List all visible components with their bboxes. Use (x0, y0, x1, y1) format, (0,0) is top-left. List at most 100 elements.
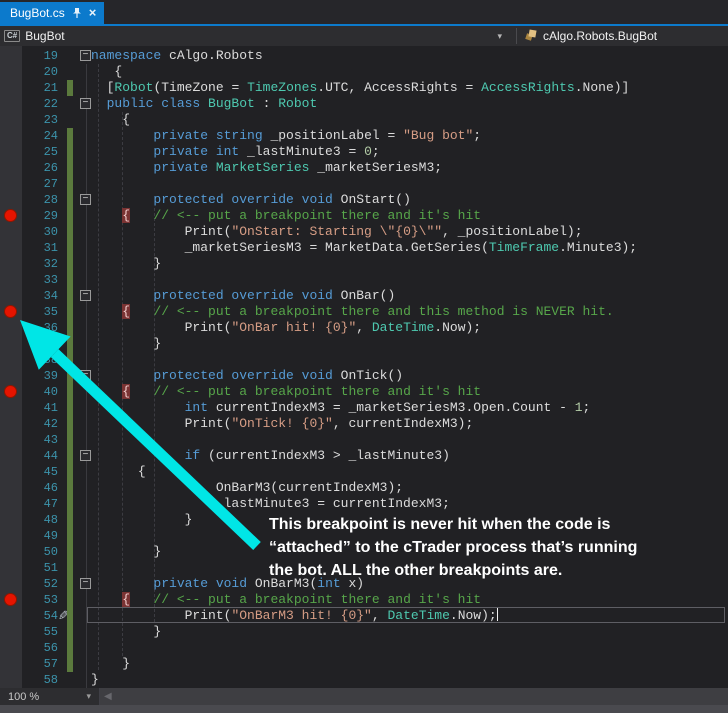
code-area[interactable]: 19−namespace cAlgo.Robots20 {21 [Robot(T… (0, 48, 728, 688)
code-line-text[interactable]: OnBarM3(currentIndexM3); (91, 480, 403, 496)
code-line-55[interactable]: 55 } (0, 624, 728, 640)
code-line-25[interactable]: 25 private int _lastMinute3 = 0; (0, 144, 728, 160)
code-line-32[interactable]: 32 } (0, 256, 728, 272)
fold-toggle-icon[interactable]: − (80, 290, 91, 301)
code-line-text[interactable]: } (91, 336, 161, 352)
code-line-37[interactable]: 37 } (0, 336, 728, 352)
code-line-57[interactable]: 57 } (0, 656, 728, 672)
code-line-45[interactable]: 45 { (0, 464, 728, 480)
code-line-text[interactable]: Print("OnBar hit! {0}", DateTime.Now); (91, 320, 481, 336)
code-line-text[interactable]: [Robot(TimeZone = TimeZones.UTC, AccessR… (91, 80, 629, 96)
code-line-text[interactable]: protected override void OnTick() (91, 368, 403, 384)
code-line-text[interactable]: protected override void OnStart() (91, 192, 411, 208)
change-tracking-bar (67, 528, 73, 544)
fold-toggle-icon[interactable]: − (80, 450, 91, 461)
code-line-text[interactable]: { // <-- put a breakpoint there and it's… (91, 384, 481, 400)
code-line-text[interactable]: { // <-- put a breakpoint there and this… (91, 304, 614, 320)
code-line-26[interactable]: 26 private MarketSeries _marketSeriesM3; (0, 160, 728, 176)
code-line-text[interactable]: namespace cAlgo.Robots (91, 48, 263, 64)
member-dropdown[interactable]: cAlgo.Robots.BugBot (517, 29, 657, 43)
code-line-31[interactable]: 31 _marketSeriesM3 = MarketData.GetSerie… (0, 240, 728, 256)
breakpoint-icon[interactable] (4, 385, 17, 398)
code-line-text[interactable]: private string _positionLabel = "Bug bot… (91, 128, 481, 144)
code-line-text[interactable]: { (91, 64, 122, 80)
breakpoint-icon[interactable] (4, 593, 17, 606)
code-line-38[interactable]: 38 (0, 352, 728, 368)
code-line-text[interactable]: protected override void OnBar() (91, 288, 395, 304)
scroll-left-arrow[interactable]: ◀ (104, 689, 112, 704)
code-line-40[interactable]: 40 { // <-- put a breakpoint there and i… (0, 384, 728, 400)
code-line-text[interactable]: private MarketSeries _marketSeriesM3; (91, 160, 442, 176)
code-line-23[interactable]: 23 { (0, 112, 728, 128)
code-line-39[interactable]: 39 − protected override void OnTick() (0, 368, 728, 384)
code-line-text[interactable]: } (91, 656, 130, 672)
annotation-text: This breakpoint is never hit when the co… (269, 513, 637, 582)
code-line-58[interactable]: 58} (0, 672, 728, 688)
code-line-53[interactable]: 53 { // <-- put a breakpoint there and i… (0, 592, 728, 608)
code-line-46[interactable]: 46 OnBarM3(currentIndexM3); (0, 480, 728, 496)
code-line-44[interactable]: 44− if (currentIndexM3 > _lastMinute3) (0, 448, 728, 464)
code-line-text[interactable]: public class BugBot : Robot (91, 96, 317, 112)
code-line-text[interactable]: Print("OnTick! {0}", currentIndexM3); (91, 416, 473, 432)
line-number: 57 (22, 656, 58, 672)
code-line-text[interactable]: { // <-- put a breakpoint there and it's… (91, 208, 481, 224)
code-line-text[interactable]: { (91, 112, 130, 128)
code-line-42[interactable]: 42 Print("OnTick! {0}", currentIndexM3); (0, 416, 728, 432)
code-line-text[interactable]: _marketSeriesM3 = MarketData.GetSeries(T… (91, 240, 637, 256)
change-tracking-bar (67, 656, 73, 672)
change-tracking-bar (67, 464, 73, 480)
code-line-28[interactable]: 28− protected override void OnStart() (0, 192, 728, 208)
code-line-text[interactable]: private int _lastMinute3 = 0; (91, 144, 380, 160)
code-line-text[interactable]: } (91, 512, 192, 528)
code-line-text[interactable]: if (currentIndexM3 > _lastMinute3) (91, 448, 450, 464)
code-line-24[interactable]: 24 private string _positionLabel = "Bug … (0, 128, 728, 144)
code-line-29[interactable]: 29 { // <-- put a breakpoint there and i… (0, 208, 728, 224)
code-line-27[interactable]: 27 (0, 176, 728, 192)
code-line-text[interactable]: } (91, 672, 99, 688)
line-number: 19 (22, 48, 58, 64)
code-line-35[interactable]: 35 { // <-- put a breakpoint there and t… (0, 304, 728, 320)
code-line-43[interactable]: 43 (0, 432, 728, 448)
code-line-34[interactable]: 34− protected override void OnBar() (0, 288, 728, 304)
code-editor[interactable]: 19−namespace cAlgo.Robots20 {21 [Robot(T… (0, 46, 728, 688)
code-line-text[interactable]: } (91, 256, 161, 272)
fold-toggle-icon[interactable]: − (80, 98, 91, 109)
code-line-30[interactable]: 30 Print("OnStart: Starting \"{0}\"", _p… (0, 224, 728, 240)
code-line-54[interactable]: ✎54 Print("OnBarM3 hit! {0}", DateTime.N… (0, 608, 728, 624)
code-line-text[interactable]: { (91, 464, 146, 480)
csharp-file-icon: C# (4, 30, 20, 42)
close-icon[interactable]: × (89, 7, 97, 19)
chevron-down-icon: ▾ (497, 31, 502, 42)
code-line-21[interactable]: 21 [Robot(TimeZone = TimeZones.UTC, Acce… (0, 80, 728, 96)
breakpoint-icon[interactable] (4, 209, 17, 222)
zoom-control[interactable]: 100 % ▾ (0, 688, 100, 705)
tab-bugbot[interactable]: BugBot.cs × (0, 2, 104, 24)
fold-toggle-icon[interactable]: − (80, 194, 91, 205)
type-dropdown[interactable]: C# BugBot ▾ (0, 29, 516, 43)
code-line-text[interactable]: } (91, 624, 161, 640)
code-line-text[interactable]: } (91, 544, 161, 560)
code-line-text[interactable]: int currentIndexM3 = _marketSeriesM3.Ope… (91, 400, 590, 416)
code-line-text[interactable]: Print("OnBarM3 hit! {0}", DateTime.Now); (91, 608, 498, 624)
code-line-19[interactable]: 19 −namespace cAlgo.Robots (0, 48, 728, 64)
code-line-36[interactable]: 36 Print("OnBar hit! {0}", DateTime.Now)… (0, 320, 728, 336)
code-line-text[interactable]: _lastMinute3 = currentIndexM3; (91, 496, 450, 512)
code-line-22[interactable]: 22 − public class BugBot : Robot (0, 96, 728, 112)
code-line-20[interactable]: 20 { (0, 64, 728, 80)
code-line-41[interactable]: 41 int currentIndexM3 = _marketSeriesM3.… (0, 400, 728, 416)
code-line-text[interactable]: Print("OnStart: Starting \"{0}\"", _posi… (91, 224, 583, 240)
pin-icon[interactable] (72, 7, 82, 19)
line-number: 22 (22, 96, 58, 112)
code-line-47[interactable]: 47 _lastMinute3 = currentIndexM3; (0, 496, 728, 512)
code-line-56[interactable]: 56 (0, 640, 728, 656)
fold-toggle-icon[interactable]: − (80, 578, 91, 589)
horizontal-scrollbar[interactable]: ◀ (100, 688, 728, 705)
change-tracking-bar (67, 592, 73, 608)
fold-toggle-icon[interactable]: − (80, 370, 91, 381)
change-tracking-bar (67, 544, 73, 560)
line-number: 39 (22, 368, 58, 384)
code-line-text[interactable]: { // <-- put a breakpoint there and it's… (91, 592, 481, 608)
code-line-33[interactable]: 33 (0, 272, 728, 288)
breakpoint-icon[interactable] (4, 305, 17, 318)
fold-toggle-icon[interactable]: − (80, 50, 91, 61)
